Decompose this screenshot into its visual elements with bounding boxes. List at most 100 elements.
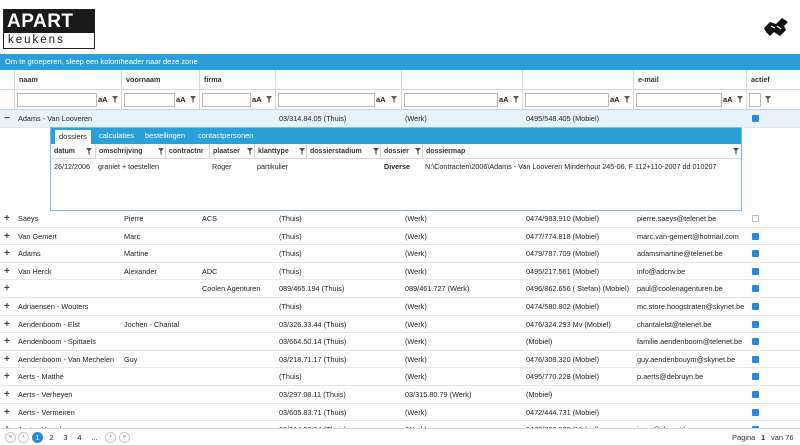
filter-input-actief[interactable]	[749, 93, 761, 107]
expand-icon[interactable]: +	[4, 351, 10, 368]
collapse-icon[interactable]: −	[4, 110, 10, 127]
actief-checkbox[interactable]	[752, 303, 759, 310]
expand-icon[interactable]: +	[4, 386, 10, 403]
case-toggle[interactable]: aA	[98, 94, 108, 106]
column-header-firma[interactable]: firma	[199, 70, 275, 90]
expand-icon[interactable]: +	[4, 280, 10, 297]
filter-icon[interactable]	[391, 96, 397, 103]
detail-header-plaatser[interactable]: plaatser	[209, 144, 254, 159]
actief-checkbox[interactable]	[752, 232, 759, 240]
case-toggle[interactable]: aA	[610, 94, 620, 106]
filter-input-firma[interactable]	[202, 93, 251, 107]
filter-input-tel1[interactable]	[278, 93, 375, 107]
prev-page-button[interactable]: ‹	[18, 432, 29, 443]
tab-dossiers[interactable]: dossiers	[55, 130, 91, 144]
table-row[interactable]: + Adams Martine (Thuis) (Werk) 0479/787.709 (…	[0, 245, 800, 263]
filter-input-tel3[interactable]	[525, 93, 609, 107]
table-row[interactable]: + Coolen Agenturen 089/465.194 (Thuis) 089/…	[0, 280, 800, 298]
tab-contactpersonen[interactable]: contactpersonen	[194, 128, 257, 144]
expand-icon[interactable]: +	[4, 263, 10, 280]
filter-input-naam[interactable]	[17, 93, 97, 107]
actief-checkbox[interactable]	[752, 250, 759, 258]
filter-input-voornaam[interactable]	[124, 93, 175, 107]
actief-checkbox[interactable]	[752, 115, 759, 122]
filter-icon[interactable]	[112, 96, 118, 103]
actief-checkbox[interactable]	[752, 320, 759, 328]
filter-icon[interactable]	[266, 96, 272, 103]
table-row-expanded[interactable]: − Adams - Van Looveren 03/314.84.05 (Thu…	[0, 110, 800, 128]
detail-header-dossier[interactable]: dossier	[380, 144, 422, 159]
filter-icon[interactable]	[737, 96, 743, 103]
case-toggle[interactable]: aA	[176, 94, 186, 106]
detail-header-datum[interactable]: datum	[51, 144, 95, 159]
column-header-naam[interactable]: naam	[14, 70, 121, 90]
case-toggle[interactable]: aA	[376, 94, 386, 106]
filter-icon[interactable]	[373, 148, 379, 155]
filter-icon[interactable]	[765, 96, 771, 103]
detail-header-omschrijving[interactable]: omschrijving	[95, 144, 165, 159]
filter-icon[interactable]	[247, 148, 253, 155]
table-row[interactable]: + Van Gemert Marc (Thuis) (Werk) 0477/774.818…	[0, 228, 800, 246]
filter-input-tel2[interactable]	[404, 93, 498, 107]
page-1-button[interactable]: 1	[32, 432, 43, 443]
filter-icon[interactable]	[299, 148, 305, 155]
filter-icon[interactable]	[733, 148, 739, 155]
column-header-tel2[interactable]	[401, 70, 522, 90]
case-toggle[interactable]: aA	[499, 94, 509, 106]
filter-icon[interactable]	[415, 148, 421, 155]
filter-icon[interactable]	[190, 96, 196, 103]
page-4-button[interactable]: 4	[74, 432, 85, 443]
table-row[interactable]: + Adriaensen - Wouters (Thuis) (Werk) 0474/5…	[0, 298, 800, 316]
case-toggle[interactable]: aA	[723, 94, 733, 106]
table-row[interactable]: + Aerts - Vermeiren 03/605.83.71 (Thuis) (W…	[0, 404, 800, 422]
expand-icon[interactable]: +	[4, 228, 10, 245]
detail-row[interactable]: 26/12/2006 graniet + toestellen Roger pa…	[51, 159, 741, 175]
column-header-voornaam[interactable]: voornaam	[121, 70, 199, 90]
expand-icon[interactable]: +	[4, 333, 10, 350]
expand-icon[interactable]: +	[4, 368, 10, 385]
detail-header-klanttype[interactable]: klanttype	[254, 144, 306, 159]
expand-icon[interactable]: +	[4, 210, 10, 227]
tab-calculaties[interactable]: calculaties	[95, 128, 138, 144]
table-row[interactable]: + Aendenboom - Spittaels 03/664.50.14 (Thu…	[0, 333, 800, 351]
actief-checkbox[interactable]	[752, 373, 759, 381]
actief-checkbox[interactable]	[752, 267, 759, 275]
filter-icon[interactable]	[86, 148, 92, 155]
next-page-button[interactable]: ›	[105, 432, 116, 443]
actief-checkbox[interactable]	[752, 215, 759, 222]
actief-checkbox[interactable]	[752, 285, 759, 293]
column-header-tel1[interactable]	[275, 70, 401, 90]
first-page-button[interactable]: «	[5, 432, 16, 443]
handshake-icon[interactable]	[762, 14, 790, 38]
filter-input-email[interactable]	[636, 93, 722, 107]
table-row[interactable]: + Aerts - Matthé (Thuis) (Werk) 0495/770.228…	[0, 368, 800, 386]
group-drop-zone[interactable]: Om te groeperen, sleep een kolomheader n…	[0, 54, 800, 70]
tab-bestellingen[interactable]: bestellingen	[141, 128, 189, 144]
table-row[interactable]: + Aendenboom - Van Mechelen Guy 03/218.71.1…	[0, 351, 800, 369]
expand-icon[interactable]: +	[4, 316, 10, 333]
filter-icon[interactable]	[624, 96, 630, 103]
table-row[interactable]: + Aerts - Verheyen 03/297.08.11 (Thuis) 03/…	[0, 386, 800, 404]
page-2-button[interactable]: 2	[46, 432, 57, 443]
actief-checkbox[interactable]	[752, 391, 759, 398]
last-page-button[interactable]: »	[119, 432, 130, 443]
actief-checkbox[interactable]	[752, 408, 759, 416]
filter-icon[interactable]	[158, 148, 164, 155]
detail-header-dossierstadium[interactable]: dossierstadium	[306, 144, 380, 159]
table-row[interactable]: + Saeys Pierre ACS (Thuis) (Werk) 0474/983.910…	[0, 210, 800, 228]
more-pages-button[interactable]: ...	[89, 432, 100, 443]
page-3-button[interactable]: 3	[60, 432, 71, 443]
expand-icon[interactable]: +	[4, 298, 10, 315]
column-header-tel3[interactable]	[522, 70, 633, 90]
detail-header-contractnr[interactable]: contractnr	[165, 144, 209, 159]
detail-cell-dossiermap[interactable]: N:\Contracten\2006\Adams - Van Looveren …	[425, 159, 717, 175]
table-row[interactable]: + Aendenboom - Elst Jochen - Chantal 03/326…	[0, 316, 800, 334]
expand-icon[interactable]: +	[4, 245, 10, 262]
column-header-actief[interactable]: actief	[746, 70, 776, 90]
filter-icon[interactable]	[513, 96, 519, 103]
table-row[interactable]: + Van Herck Alexander ADC (Thuis) (Werk) 0495/…	[0, 263, 800, 281]
actief-checkbox[interactable]	[752, 355, 759, 363]
actief-checkbox[interactable]	[752, 338, 759, 346]
case-toggle[interactable]: aA	[252, 94, 262, 106]
expand-icon[interactable]: +	[4, 404, 10, 421]
